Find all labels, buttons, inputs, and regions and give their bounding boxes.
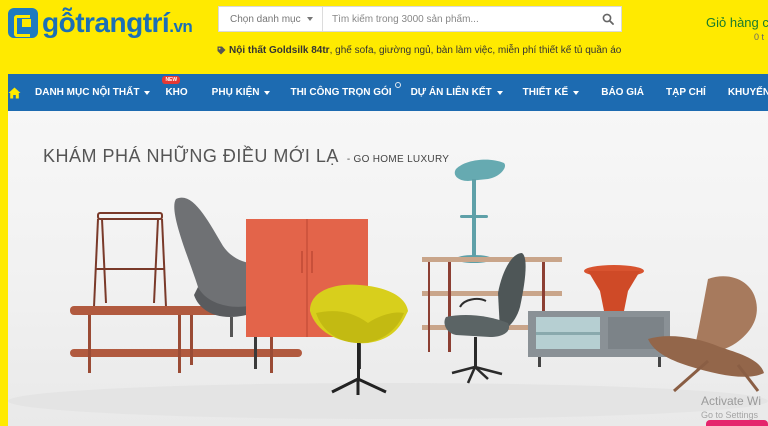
logo-icon (8, 8, 38, 38)
activation-watermark: Activate Wi (701, 394, 762, 408)
tag-highlight[interactable]: Nội thất Goldsilk 84tr (229, 45, 330, 56)
chevron-down-icon (307, 17, 313, 21)
cart-count: 0 t (754, 32, 765, 42)
nav-item-du-an[interactable]: DỰ ÁN LIÊN KẾT (411, 74, 503, 111)
nav-item-tap-chi[interactable]: TẠP CHÍ (666, 74, 706, 111)
nav-item-bao-gia[interactable]: BÁO GIÁ (601, 74, 644, 111)
nav-label: THI CÔNG TRỌN GÓI (290, 87, 392, 98)
site-logo[interactable]: gỗtrangtrí.vn (8, 6, 193, 40)
nav-item-khuyen-mai[interactable]: KHUYẾN MÃ (728, 74, 768, 111)
activation-watermark-sub: Go to Settings (701, 410, 759, 420)
nav-label: TẠP CHÍ (666, 87, 706, 98)
nav-label: BÁO GIÁ (601, 87, 644, 98)
site-header: gỗtrangtrí.vn Chọn danh mục Giỏ hàng c 0… (0, 0, 768, 74)
search-icon (602, 13, 614, 25)
nav-home[interactable] (8, 74, 21, 111)
office-chair (444, 253, 526, 384)
ring-icon (394, 82, 401, 88)
wire-stool (93, 212, 167, 308)
chevron-down-icon (496, 90, 503, 95)
main-nav: DANH MỤC NỘI THẤT NEW KHO PHỤ KIỆN THI C… (8, 74, 768, 111)
search-input[interactable] (323, 7, 595, 31)
hero-banner[interactable]: KHÁM PHÁ NHỮNG ĐIỀU MỚI LẠ - GO HOME LUXU… (8, 111, 768, 426)
nav-label: KHO (165, 87, 188, 98)
nav-item-kho[interactable]: NEW KHO (162, 74, 188, 111)
tag-list[interactable]: , ghế sofa, giường ngủ, bàn làm việc, mi… (330, 45, 622, 56)
nav-label: KHUYẾN MÃ (727, 87, 768, 98)
nav-item-danh-muc[interactable]: DANH MỤC NỘI THẤT (35, 74, 151, 111)
popular-tags: Nội thất Goldsilk 84tr, ghế sofa, giường… (217, 45, 621, 56)
tag-icon (217, 46, 226, 55)
search-button[interactable] (595, 7, 621, 31)
chevron-down-icon (264, 90, 271, 95)
nav-label: DANH MỤC NỘI THẤT (35, 87, 140, 98)
category-select[interactable]: Chọn danh mục (219, 7, 323, 31)
yellow-tulip-chair (310, 284, 408, 395)
search-bar: Chọn danh mục (218, 6, 622, 32)
nav-label: PHỤ KIỆN (211, 87, 260, 98)
teal-bar-stool (454, 159, 506, 263)
logo-domain: .vn (169, 17, 193, 36)
chevron-down-icon (144, 90, 151, 95)
category-select-label: Chọn danh mục (230, 13, 301, 25)
cart-link[interactable]: Giỏ hàng c (706, 15, 768, 30)
logo-text: gỗtrangtrí.vn (42, 7, 193, 38)
chat-widget-tab[interactable] (706, 420, 768, 426)
chevron-down-icon (573, 90, 580, 95)
furniture-illustration (8, 159, 768, 419)
orange-side-table (584, 265, 644, 311)
nav-item-thi-cong[interactable]: THI CÔNG TRỌN GÓI (290, 74, 401, 111)
nav-item-thiet-ke[interactable]: THIẾT KẾ (523, 74, 580, 111)
home-icon (8, 87, 21, 98)
nav-item-phu-kien[interactable]: PHỤ KIỆN (212, 74, 271, 111)
nav-label: DỰ ÁN LIÊN KẾT (410, 87, 492, 98)
new-badge: NEW (162, 76, 181, 84)
nav-label: THIẾT KẾ (522, 87, 569, 98)
